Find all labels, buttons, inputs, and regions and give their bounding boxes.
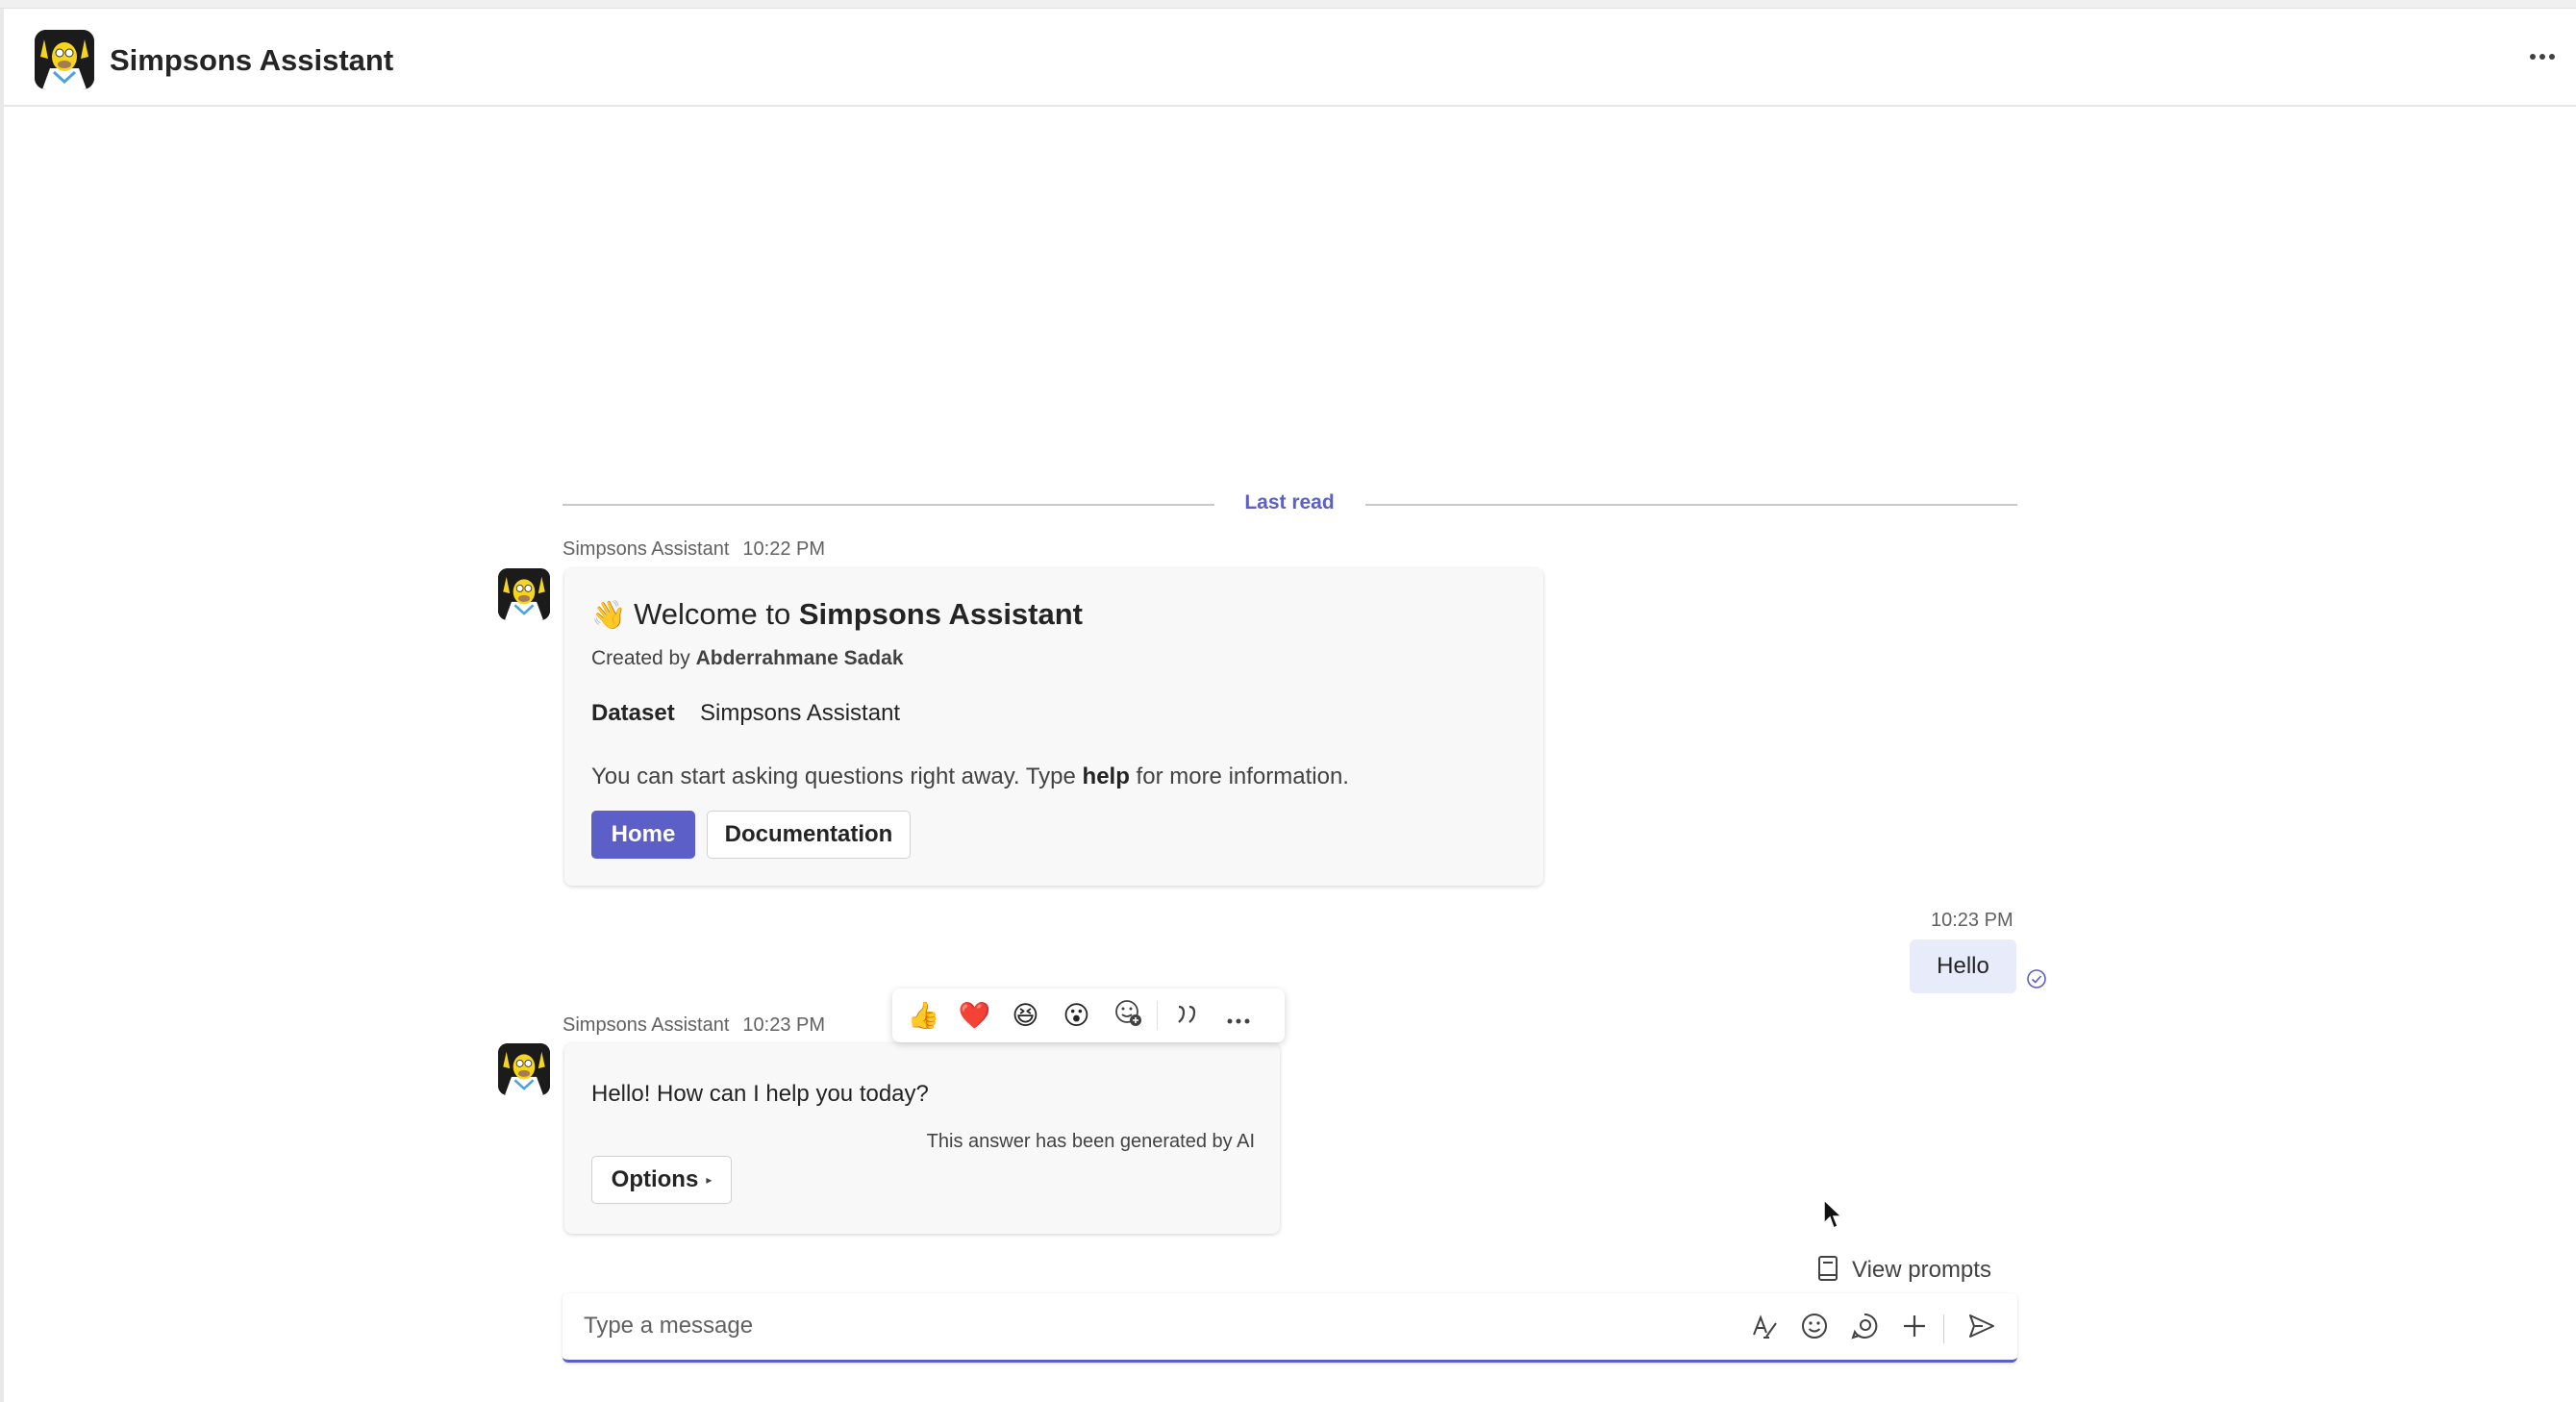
emoji-button[interactable]	[1795, 1309, 1834, 1347]
add-button[interactable]	[1895, 1309, 1934, 1347]
message-meta: Simpsons Assistant 10:22 PM	[563, 538, 825, 561]
welcome-title-prefix: Welcome to	[634, 597, 791, 631]
quote-icon	[1176, 1001, 1199, 1031]
window-left-edge	[0, 9, 4, 1402]
last-read-line-left	[563, 504, 1214, 506]
bot-avatar[interactable]	[498, 1043, 550, 1095]
last-read-label: Last read	[1244, 491, 1335, 513]
app-avatar	[35, 30, 94, 89]
prompt-book-icon	[1817, 1255, 1838, 1287]
message-meta: Simpsons Assistant 10:23 PM	[563, 1014, 825, 1037]
more-horizontal-icon	[2529, 48, 2556, 65]
message-time: 10:22 PM	[742, 538, 826, 560]
welcome-title: 👋 Welcome to Simpsons Assistant	[591, 597, 1083, 632]
my-message-bubble[interactable]: Hello	[1910, 939, 2016, 993]
composer-separator	[1943, 1314, 1944, 1343]
intro-prefix: You can start asking questions right awa…	[591, 764, 1076, 789]
sent-check-icon	[2026, 968, 2047, 989]
mouse-cursor-icon	[1822, 1198, 1845, 1231]
sender-name: Simpsons Assistant	[563, 1014, 730, 1036]
ai-generated-note: This answer has been generated by AI	[926, 1131, 1255, 1152]
format-icon	[1750, 1312, 1779, 1345]
my-message-time: 10:23 PM	[1931, 910, 2013, 931]
welcome-card: 👋 Welcome to Simpsons Assistant Created b…	[564, 568, 1543, 886]
emoji-icon	[1800, 1312, 1829, 1345]
reaction-laugh[interactable]: 😆	[1000, 994, 1051, 1037]
reaction-separator	[1157, 1001, 1158, 1030]
message-time: 10:23 PM	[742, 1014, 826, 1036]
send-icon	[1967, 1312, 1996, 1345]
more-options-button[interactable]	[2513, 38, 2571, 76]
bot-avatar[interactable]	[498, 568, 550, 620]
created-by-prefix: Created by	[591, 647, 690, 669]
reaction-heart[interactable]: ❤️	[949, 994, 1000, 1037]
fact-title: Dataset	[591, 700, 675, 726]
more-icon	[1227, 1001, 1250, 1031]
reaction-like[interactable]: 👍	[898, 994, 949, 1037]
add-reaction-button[interactable]	[1102, 994, 1153, 1037]
add-reaction-icon	[1113, 998, 1142, 1034]
send-button[interactable]	[1963, 1309, 2001, 1347]
reaction-surprised[interactable]: 😮	[1051, 994, 1102, 1037]
add-icon	[1902, 1314, 1927, 1343]
format-button[interactable]	[1745, 1309, 1784, 1347]
fact-value: Simpsons Assistant	[700, 700, 901, 726]
options-label: Options	[611, 1166, 699, 1192]
sticker-button[interactable]	[1845, 1309, 1884, 1347]
documentation-button[interactable]: Documentation	[707, 811, 911, 859]
intro-text: You can start asking questions right awa…	[591, 764, 1349, 790]
created-by: Created by Abderrahmane Sadak	[591, 647, 904, 670]
reply-text: Hello! How can I help you today?	[591, 1081, 929, 1107]
last-read-line-right	[1365, 504, 2017, 506]
sticker-icon	[1850, 1312, 1879, 1345]
wave-emoji-icon: 👋	[591, 600, 627, 631]
reaction-bar: 👍 ❤️ 😆 😮	[892, 989, 1285, 1042]
message-more-button[interactable]	[1213, 994, 1263, 1037]
view-prompts-button[interactable]: View prompts	[1817, 1253, 1991, 1288]
home-button[interactable]: Home	[591, 811, 695, 859]
creator-name: Abderrahmane Sadak	[695, 647, 904, 669]
view-prompts-label: View prompts	[1852, 1257, 1991, 1283]
caret-right-icon: ▸	[706, 1173, 713, 1187]
chat-header: Simpsons Assistant	[4, 9, 2576, 107]
quote-button[interactable]	[1162, 994, 1213, 1037]
message-input[interactable]	[584, 1307, 1689, 1345]
intro-suffix: for more information.	[1136, 764, 1349, 789]
message-composer	[563, 1293, 2017, 1363]
welcome-title-bold: Simpsons Assistant	[798, 597, 1083, 631]
reply-card: Hello! How can I help you today? This an…	[564, 1043, 1280, 1234]
window-top-strip	[0, 0, 2576, 9]
options-button[interactable]: Options ▸	[591, 1156, 732, 1204]
app-title: Simpsons Assistant	[110, 43, 394, 77]
sender-name: Simpsons Assistant	[563, 538, 730, 560]
intro-bold: help	[1082, 764, 1130, 789]
